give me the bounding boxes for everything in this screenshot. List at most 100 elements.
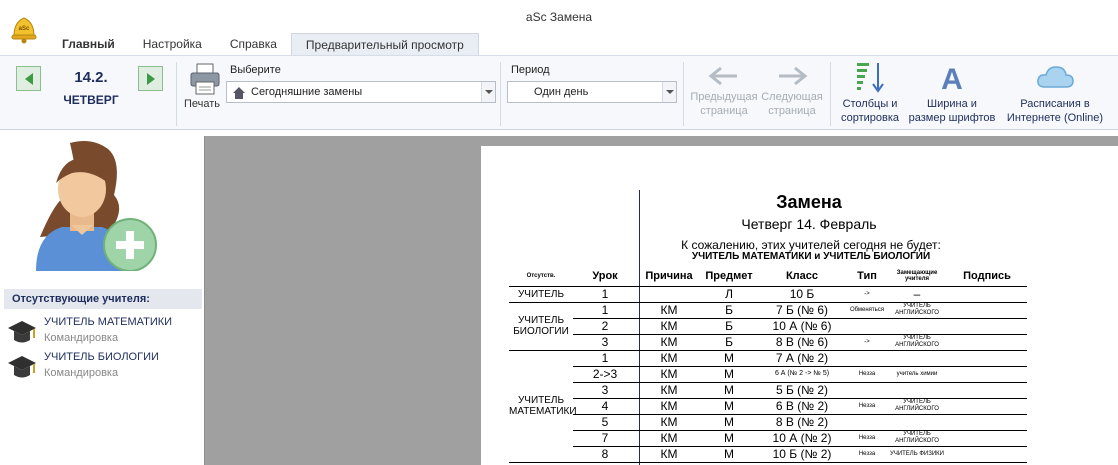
arrow-left-icon [25, 73, 33, 85]
print-preview-area[interactable]: Замена Четверг 14. Февраль К сожалению, … [204, 136, 1118, 465]
separator [830, 62, 831, 126]
document-note: К сожалению, этих учителей сегодня не бу… [681, 238, 941, 252]
cell-type: Незза [847, 430, 887, 447]
font-label-2: размер шрифтов [908, 112, 996, 124]
columns-label-2: сортировка [840, 112, 900, 124]
cell-substitute: УЧИТЕЛЬ АНГЛИЙСКОГО [887, 398, 947, 415]
cell-subject: Б [701, 318, 757, 335]
cell-substitute [887, 350, 947, 367]
table-row: 2 КМ Б 10 А (№ 6) [509, 318, 1027, 335]
cell-class: 8 В (№ 2) [757, 414, 847, 431]
cell-reason: КМ [637, 398, 701, 415]
cell-substitute: – [887, 286, 947, 303]
cell-subject: М [701, 382, 757, 399]
chevron-down-icon [481, 82, 495, 102]
add-absent-teacher-avatar-icon[interactable] [30, 139, 162, 271]
period-select-value: Один день [534, 86, 589, 98]
cell-signature [947, 350, 1027, 367]
cell-reason: КМ [637, 318, 701, 335]
table-row: 8 КМ М 10 Б (№ 2) Незза УЧИТЕЛЬ ФИЗИКИ [509, 446, 1027, 463]
title-bar: aSc aSc Замена [0, 0, 1118, 44]
cell-class: 10 А (№ 6) [757, 318, 847, 335]
cell-reason: КМ [637, 430, 701, 447]
cell-subject: М [701, 366, 757, 383]
online-timetable-button[interactable]: Расписания в Интернете (Online) [1000, 61, 1110, 125]
chevron-down-icon [662, 82, 676, 102]
table-row: 7 КМ М 10 А (№ 2) Незза УЧИТЕЛЬ АНГЛИЙСК… [509, 430, 1027, 447]
col-subject: Предмет [701, 266, 757, 287]
separator [683, 62, 684, 126]
cell-signature [947, 286, 1027, 303]
next-page-label-2: страница [768, 105, 816, 117]
separator [500, 62, 501, 126]
cell-class: 10 Б [757, 286, 847, 303]
print-button-label[interactable]: Печать [184, 98, 220, 110]
table-row: 5 КМ М 8 В (№ 2) [509, 414, 1027, 431]
font-label-1: Ширина и [927, 98, 977, 110]
select-label: Выберите [230, 64, 281, 76]
cell-substitute [887, 382, 947, 399]
period-select[interactable]: Один день [507, 81, 677, 103]
cell-type [847, 414, 887, 431]
cell-signature [947, 382, 1027, 399]
cell-subject: М [701, 414, 757, 431]
ribbon: 14.2. ЧЕТВЕРГ Печать Выберите Сегодняшни… [0, 56, 1118, 130]
cell-type [847, 318, 887, 335]
svg-text:aSc: aSc [19, 26, 30, 32]
table-row: 2->3 КМ М 6 А (№ 2 -> № 5) Незза учитель… [509, 366, 1027, 383]
cell-signature [947, 366, 1027, 383]
cell-substitute [887, 414, 947, 431]
cell-class: 8 В (№ 6) [757, 334, 847, 351]
online-label-1: Расписания в [1020, 98, 1090, 110]
absent-teacher-item[interactable]: УЧИТЕЛЬ БИОЛОГИИ Командировка [4, 349, 202, 383]
cell-lesson: 3 [573, 334, 637, 351]
col-signature: Подпись [947, 266, 1027, 287]
cell-subject: М [701, 446, 757, 463]
next-page-label-1: Следующая [761, 91, 823, 103]
printer-icon[interactable] [188, 62, 222, 96]
prev-page-label-2: страница [700, 105, 748, 117]
current-weekday: ЧЕТВЕРГ [63, 93, 119, 107]
cell-substitute: УЧИТЕЛЬ АНГЛИЙСКОГО [887, 430, 947, 447]
cell-type: Незза [847, 366, 887, 383]
report-select[interactable]: Сегодняшние замены [226, 81, 496, 103]
col-lesson: Урок [573, 266, 637, 287]
tab-print-preview[interactable]: Предварительный просмотр [290, 33, 479, 55]
document-title: Замена [776, 192, 842, 212]
house-icon [233, 87, 245, 99]
cell-reason: КМ [637, 302, 701, 319]
cell-lesson: 3 [573, 382, 637, 399]
cell-type: Незза [847, 446, 887, 463]
cell-substitute: учитель химии [887, 366, 947, 383]
cell-subject: Б [701, 334, 757, 351]
tab-settings[interactable]: Настройка [129, 33, 216, 55]
cell-reason [637, 286, 701, 303]
columns-sorting-button[interactable]: Столбцы и сортировка [834, 61, 906, 125]
absent-teachers-header: Отсутствующие учителя: [4, 289, 202, 309]
cell-reason: КМ [637, 414, 701, 431]
preview-page: Замена Четверг 14. Февраль К сожалению, … [481, 146, 1118, 465]
col-reason: Причина [637, 266, 701, 287]
arrow-right-icon [147, 73, 155, 85]
col-class: Класс [757, 266, 847, 287]
prev-day-button[interactable] [16, 66, 41, 91]
prev-page-button[interactable]: Предыдущая страница [686, 66, 762, 118]
cell-subject: М [701, 398, 757, 415]
next-day-button[interactable] [138, 66, 163, 91]
cell-class: 10 А (№ 2) [757, 430, 847, 447]
next-page-button[interactable]: Следующая страница [756, 66, 828, 118]
graduation-cap-icon [8, 321, 36, 343]
font-a-icon: A [941, 63, 963, 93]
teacher-name: УЧИТЕЛЬ БИОЛОГИИ [44, 351, 159, 363]
font-size-button[interactable]: A Ширина и размер шрифтов [904, 61, 1000, 125]
current-date: 14.2. [74, 69, 108, 86]
tab-home[interactable]: Главный [48, 33, 129, 55]
arrow-right-icon [779, 66, 808, 86]
cell-lesson: 2 [573, 318, 637, 335]
separator [176, 62, 177, 126]
teacher-reason: Командировка [44, 332, 119, 344]
tab-help[interactable]: Справка [216, 33, 291, 55]
table-row: УЧИТЕЛЬ 1 Л 10 Б -> – [509, 286, 1027, 303]
absent-teacher-item[interactable]: УЧИТЕЛЬ МАТЕМАТИКИ Командировка [4, 314, 202, 348]
absent-teachers-list: УЧИТЕЛЬ МАТЕМАТИКИ и УЧИТЕЛЬ БИОЛОГИИ [691, 251, 931, 262]
